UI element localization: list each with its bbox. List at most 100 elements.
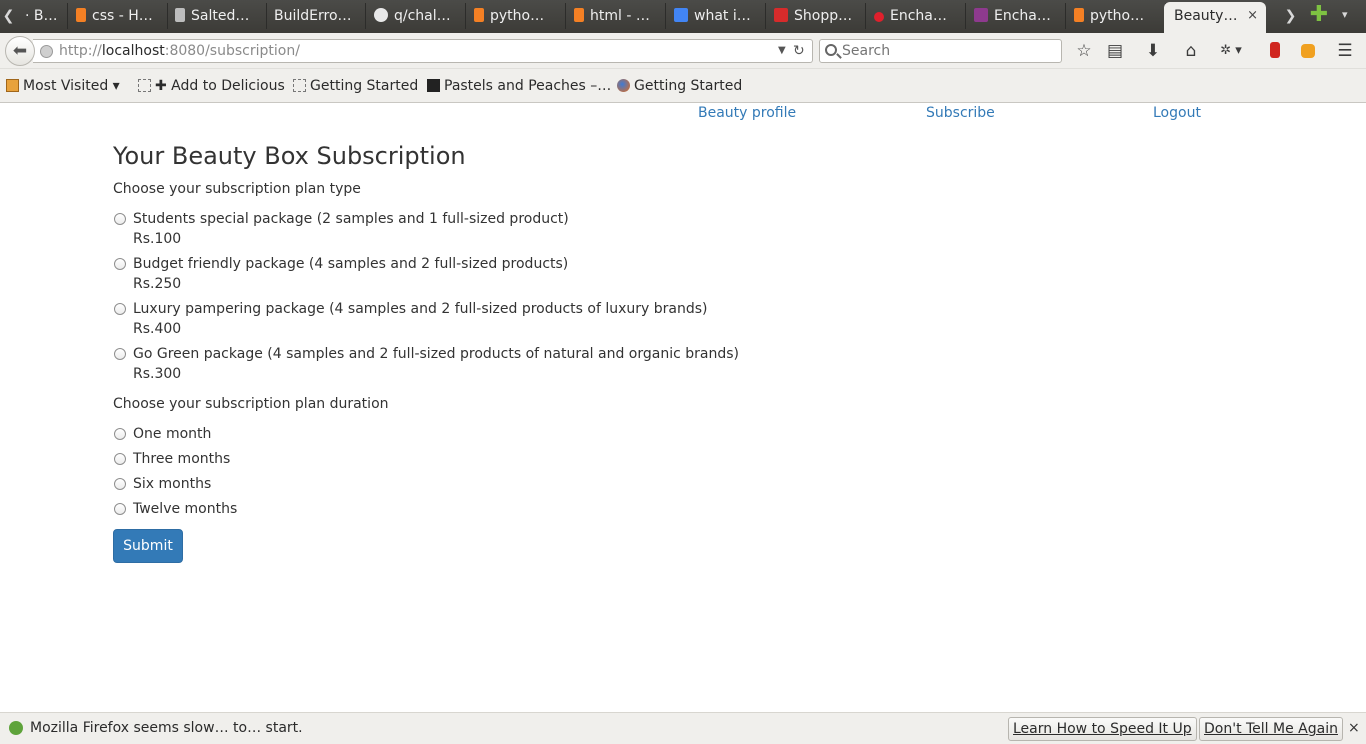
heart-icon bbox=[874, 12, 884, 22]
nav-link-subscribe[interactable]: Subscribe bbox=[926, 104, 995, 122]
tab-title: css - H… bbox=[92, 8, 153, 24]
tab-title: Shopp… bbox=[794, 8, 853, 24]
bookmark-label: Getting Started bbox=[310, 78, 419, 94]
search-bar[interactable] bbox=[819, 39, 1062, 63]
url-rest: :8080/subscription/ bbox=[164, 43, 300, 59]
bookmark-most-visited[interactable]: Most Visited ▾ bbox=[6, 69, 120, 103]
download-icon[interactable]: ⬇ bbox=[1142, 40, 1164, 62]
tab-8[interactable]: Shopp… bbox=[766, 3, 866, 29]
navigation-toolbar: http://localhost:8080/subscription/ ▼ ↻ … bbox=[0, 33, 1366, 69]
bookmark-add-to-delicious[interactable]: ✚ Add to Delicious bbox=[138, 69, 285, 103]
nav-link-beauty-profile[interactable]: Beauty profile bbox=[698, 104, 796, 122]
bookmark-label: Most Visited ▾ bbox=[23, 78, 120, 94]
plan-label[interactable]: Go Green package (4 samples and 2 full-s… bbox=[133, 345, 739, 363]
home-icon[interactable]: ⌂ bbox=[1180, 40, 1202, 62]
stackoverflow-icon bbox=[574, 8, 584, 22]
tab-title: BuildErro… bbox=[274, 8, 352, 24]
stackoverflow-icon bbox=[1074, 8, 1084, 22]
page-title: Your Beauty Box Subscription bbox=[113, 142, 466, 170]
duration-label-option[interactable]: Three months bbox=[133, 450, 230, 468]
bookmark-pastels-and-peaches[interactable]: Pastels and Peaches –… bbox=[427, 69, 611, 103]
tab-title: · B… bbox=[25, 8, 58, 24]
dont-tell-again-button[interactable]: Don't Tell Me Again bbox=[1199, 717, 1343, 741]
tab-1[interactable]: css - H… bbox=[68, 3, 168, 29]
empty-bookmark-icon bbox=[138, 79, 151, 92]
tab-title: what i… bbox=[694, 8, 751, 24]
close-notification-icon[interactable]: × bbox=[1348, 713, 1360, 743]
plan-radio-students[interactable] bbox=[114, 213, 126, 225]
duration-label-option[interactable]: One month bbox=[133, 425, 211, 443]
bookmarks-toolbar: Most Visited ▾ ✚ Add to Delicious Gettin… bbox=[0, 69, 1366, 103]
back-button[interactable]: ⬅ bbox=[5, 36, 35, 66]
plan-price: Rs.300 bbox=[133, 366, 182, 382]
close-tab-icon[interactable]: × bbox=[1247, 2, 1258, 30]
tab-11[interactable]: pytho… bbox=[1066, 3, 1166, 29]
bookmark-getting-started[interactable]: Getting Started bbox=[293, 69, 418, 103]
tab-title: Encha… bbox=[890, 8, 947, 24]
tab-title: q/chal… bbox=[394, 8, 451, 24]
plan-label[interactable]: Students special package (2 samples and … bbox=[133, 210, 569, 228]
url-prefix: http:// bbox=[59, 43, 102, 59]
plan-radio-budget[interactable] bbox=[114, 258, 126, 270]
tab-9[interactable]: Encha… bbox=[866, 3, 966, 29]
reload-icon[interactable]: ↻ bbox=[793, 40, 805, 62]
bookmark-label: Getting Started bbox=[634, 78, 743, 94]
google-icon bbox=[674, 8, 688, 22]
tab-scroll-right-icon[interactable]: ❯ bbox=[1282, 4, 1299, 28]
turtle-icon bbox=[9, 721, 23, 735]
addon-icon[interactable]: ✲ ▾ bbox=[1214, 40, 1248, 62]
star-icon[interactable]: ☆ bbox=[1073, 40, 1095, 62]
learn-speed-up-button[interactable]: Learn How to Speed It Up bbox=[1008, 717, 1197, 741]
plan-radio-go-green[interactable] bbox=[114, 348, 126, 360]
github-icon bbox=[374, 8, 388, 22]
globe-icon bbox=[40, 45, 53, 58]
empty-bookmark-icon bbox=[293, 79, 306, 92]
duration-radio-one-month[interactable] bbox=[114, 428, 126, 440]
bookmark-label: ✚ Add to Delicious bbox=[155, 78, 285, 94]
firefox-icon bbox=[617, 79, 630, 92]
duration-radio-six-months[interactable] bbox=[114, 478, 126, 490]
url-history-dropdown-icon[interactable]: ▼ bbox=[778, 40, 786, 62]
reading-list-icon[interactable]: ▤ bbox=[1104, 40, 1126, 62]
duration-radio-twelve-months[interactable] bbox=[114, 503, 126, 515]
search-input[interactable] bbox=[842, 40, 1057, 62]
pastels-icon bbox=[427, 79, 440, 92]
tab-active[interactable]: Beauty… × bbox=[1164, 2, 1266, 33]
menu-icon[interactable]: ☰ bbox=[1334, 40, 1356, 62]
tab-2[interactable]: Salted… bbox=[167, 3, 267, 29]
fox-icon[interactable] bbox=[1297, 40, 1319, 62]
heart-shop-icon bbox=[774, 8, 788, 22]
tab-title: Beauty… bbox=[1174, 8, 1238, 24]
tab-3[interactable]: BuildErro… bbox=[266, 3, 366, 29]
duration-radio-three-months[interactable] bbox=[114, 453, 126, 465]
tab-title: pytho… bbox=[490, 8, 545, 24]
plan-radio-luxury[interactable] bbox=[114, 303, 126, 315]
url-bar[interactable]: http://localhost:8080/subscription/ ▼ ↻ bbox=[33, 39, 813, 63]
back-arrow-icon: ⬅ bbox=[12, 41, 28, 61]
tab-7[interactable]: what i… bbox=[666, 3, 766, 29]
tab-6[interactable]: html - … bbox=[566, 3, 666, 29]
pocket-icon[interactable] bbox=[1264, 40, 1286, 62]
plan-label[interactable]: Budget friendly package (4 samples and 2… bbox=[133, 255, 568, 273]
tab-10[interactable]: Encha… bbox=[966, 3, 1066, 29]
tab-5[interactable]: pytho… bbox=[466, 3, 566, 29]
new-tab-icon[interactable]: ✚ bbox=[1308, 4, 1330, 28]
plan-price: Rs.400 bbox=[133, 321, 182, 337]
tab-title: pytho… bbox=[1090, 8, 1145, 24]
tab-0[interactable]: · B… bbox=[17, 3, 68, 29]
duration-label-option[interactable]: Twelve months bbox=[133, 500, 237, 518]
tab-4[interactable]: q/chal… bbox=[366, 3, 466, 29]
bookmark-getting-started-firefox[interactable]: Getting Started bbox=[617, 69, 742, 103]
tab-title: Salted… bbox=[191, 8, 250, 24]
phone-icon bbox=[175, 8, 185, 22]
tab-scroll-left-icon[interactable]: ❮ bbox=[0, 4, 17, 28]
plan-label[interactable]: Luxury pampering package (4 samples and … bbox=[133, 300, 708, 318]
duration-label-option[interactable]: Six months bbox=[133, 475, 211, 493]
tab-title: Encha… bbox=[994, 8, 1051, 24]
tab-list-icon[interactable]: ▾ bbox=[1342, 8, 1354, 22]
plan-price: Rs.250 bbox=[133, 276, 182, 292]
nav-link-logout[interactable]: Logout bbox=[1153, 104, 1201, 122]
search-icon bbox=[825, 44, 837, 56]
submit-button[interactable]: Submit bbox=[113, 529, 183, 563]
url-text[interactable]: http://localhost:8080/subscription/ bbox=[59, 40, 300, 62]
